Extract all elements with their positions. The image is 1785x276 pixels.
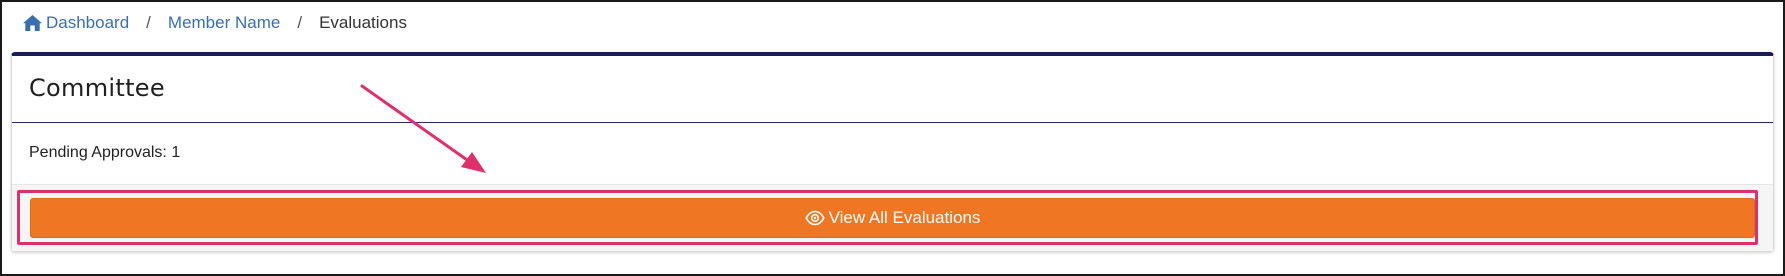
card-body: Pending Approvals: 1 <box>12 123 1773 181</box>
view-all-evaluations-button[interactable]: View All Evaluations <box>30 198 1755 238</box>
breadcrumb-separator: / <box>297 13 303 32</box>
eye-icon <box>804 210 825 226</box>
breadcrumb-dashboard-link[interactable]: Dashboard <box>22 13 129 33</box>
breadcrumb-current: Evaluations <box>319 13 407 32</box>
home-icon <box>22 14 43 32</box>
view-all-evaluations-label: View All Evaluations <box>828 208 981 227</box>
breadcrumb-member-link[interactable]: Member Name <box>168 13 280 33</box>
breadcrumb: Dashboard / Member Name / Evaluations <box>22 12 407 34</box>
pending-approvals-text: Pending Approvals: 1 <box>29 144 181 161</box>
breadcrumb-separator: / <box>146 13 151 32</box>
card-header: Committee <box>12 56 1773 123</box>
breadcrumb-dashboard-label: Dashboard <box>46 13 130 32</box>
card-title: Committee <box>29 74 165 102</box>
